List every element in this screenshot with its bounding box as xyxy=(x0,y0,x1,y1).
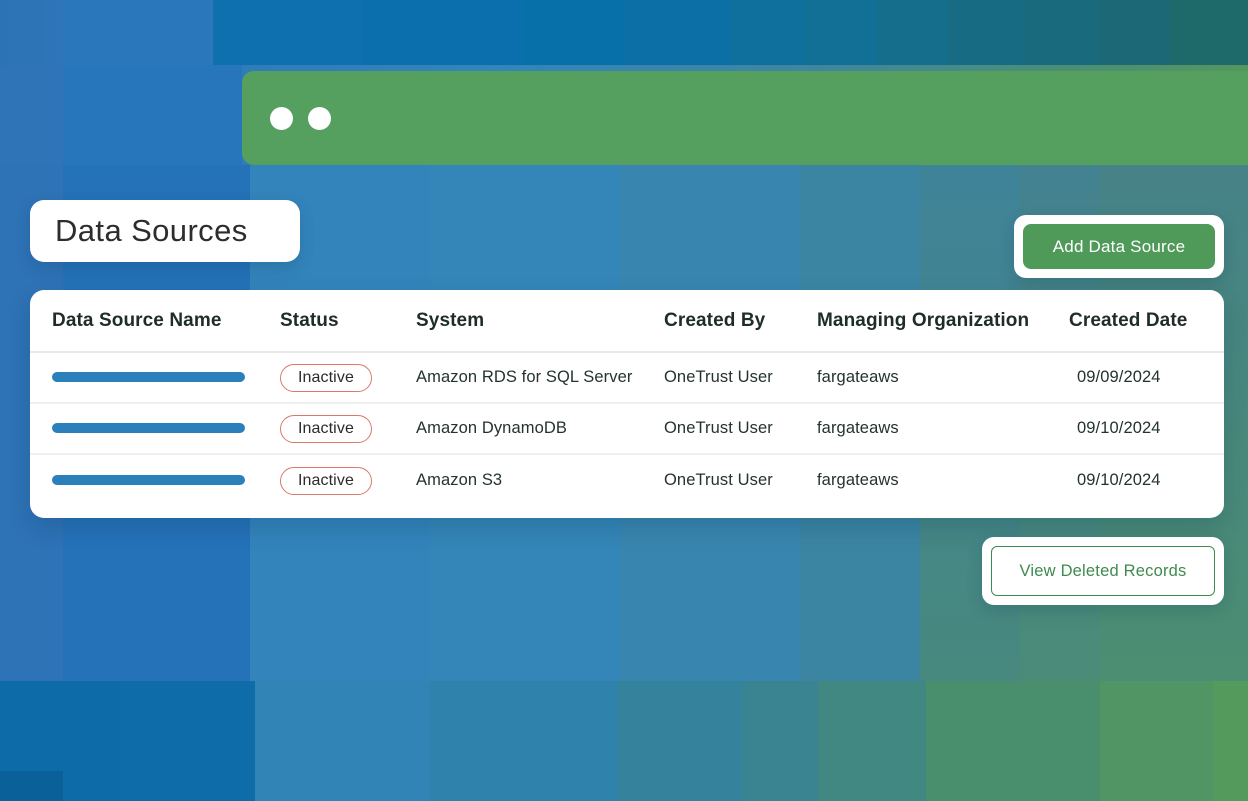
status-cell: Inactive xyxy=(280,415,416,443)
data-sources-table: Data Source Name Status System Created B… xyxy=(30,290,1224,518)
table-row[interactable]: Inactive Amazon RDS for SQL Server OneTr… xyxy=(30,353,1224,404)
created-date-cell: 09/10/2024 xyxy=(1069,419,1202,438)
redacted-name-bar xyxy=(52,475,245,485)
redacted-name-cell xyxy=(52,419,280,438)
add-data-source-container: Add Data Source xyxy=(1014,215,1224,278)
window-title-bar xyxy=(242,71,1248,165)
view-deleted-records-button[interactable]: View Deleted Records xyxy=(991,546,1215,596)
column-header-status: Status xyxy=(280,310,416,332)
mosaic-tile xyxy=(878,0,948,65)
status-badge: Inactive xyxy=(280,467,372,495)
redacted-name-cell xyxy=(52,368,280,387)
mosaic-tile xyxy=(730,0,805,65)
redacted-name-bar xyxy=(52,423,245,433)
mosaic-tile xyxy=(1170,0,1248,65)
mosaic-tile xyxy=(818,681,926,801)
column-header-system: System xyxy=(416,310,664,332)
mosaic-tile xyxy=(1100,681,1213,801)
mosaic-tile xyxy=(948,0,1023,65)
marketing-screenshot: Data Sources Add Data Source Data Source… xyxy=(0,0,1248,801)
system-cell: Amazon S3 xyxy=(416,471,664,490)
window-dot-icon xyxy=(270,107,293,130)
mosaic-tile xyxy=(120,681,255,801)
mosaic-tile xyxy=(63,65,242,165)
view-deleted-records-container: View Deleted Records xyxy=(982,537,1224,605)
created-date-cell: 09/09/2024 xyxy=(1069,368,1202,387)
status-badge: Inactive xyxy=(280,364,372,392)
mosaic-tile xyxy=(1023,0,1098,65)
add-data-source-button[interactable]: Add Data Source xyxy=(1023,224,1215,269)
status-cell: Inactive xyxy=(280,364,416,392)
column-header-managing-organization: Managing Organization xyxy=(817,310,1069,332)
mosaic-tile xyxy=(805,0,878,65)
table-row[interactable]: Inactive Amazon S3 OneTrust User fargate… xyxy=(30,455,1224,506)
managing-organization-cell: fargateaws xyxy=(817,471,1069,490)
table-row[interactable]: Inactive Amazon DynamoDB OneTrust User f… xyxy=(30,404,1224,455)
column-header-created-by: Created By xyxy=(664,310,817,332)
page-title: Data Sources xyxy=(55,213,248,249)
created-by-cell: OneTrust User xyxy=(664,368,817,387)
page-title-chip: Data Sources xyxy=(30,200,300,262)
column-header-data-source-name: Data Source Name xyxy=(52,310,280,332)
created-by-cell: OneTrust User xyxy=(664,419,817,438)
mosaic-tile xyxy=(255,681,430,801)
status-badge: Inactive xyxy=(280,415,372,443)
created-date-cell: 09/10/2024 xyxy=(1069,471,1202,490)
mosaic-tile xyxy=(523,0,623,65)
system-cell: Amazon DynamoDB xyxy=(416,419,664,438)
table-body: Inactive Amazon RDS for SQL Server OneTr… xyxy=(30,353,1224,506)
system-cell: Amazon RDS for SQL Server xyxy=(416,368,664,387)
status-cell: Inactive xyxy=(280,467,416,495)
window-dot-icon xyxy=(308,107,331,130)
mosaic-tile xyxy=(0,65,63,165)
mosaic-tile xyxy=(0,771,63,801)
table-header-row: Data Source Name Status System Created B… xyxy=(30,290,1224,353)
redacted-name-cell xyxy=(52,471,280,490)
mosaic-tile xyxy=(430,681,618,801)
mosaic-tile xyxy=(623,0,730,65)
mosaic-tile xyxy=(1213,681,1248,801)
mosaic-tile xyxy=(213,0,363,65)
mosaic-tile xyxy=(1098,0,1170,65)
managing-organization-cell: fargateaws xyxy=(817,419,1069,438)
mosaic-tile xyxy=(926,681,1100,801)
redacted-name-bar xyxy=(52,372,245,382)
mosaic-tile xyxy=(63,0,213,65)
mosaic-tile xyxy=(618,681,742,801)
managing-organization-cell: fargateaws xyxy=(817,368,1069,387)
column-header-created-date: Created Date xyxy=(1069,310,1202,332)
created-by-cell: OneTrust User xyxy=(664,471,817,490)
mosaic-tile xyxy=(742,681,818,801)
mosaic-tile xyxy=(363,0,523,65)
